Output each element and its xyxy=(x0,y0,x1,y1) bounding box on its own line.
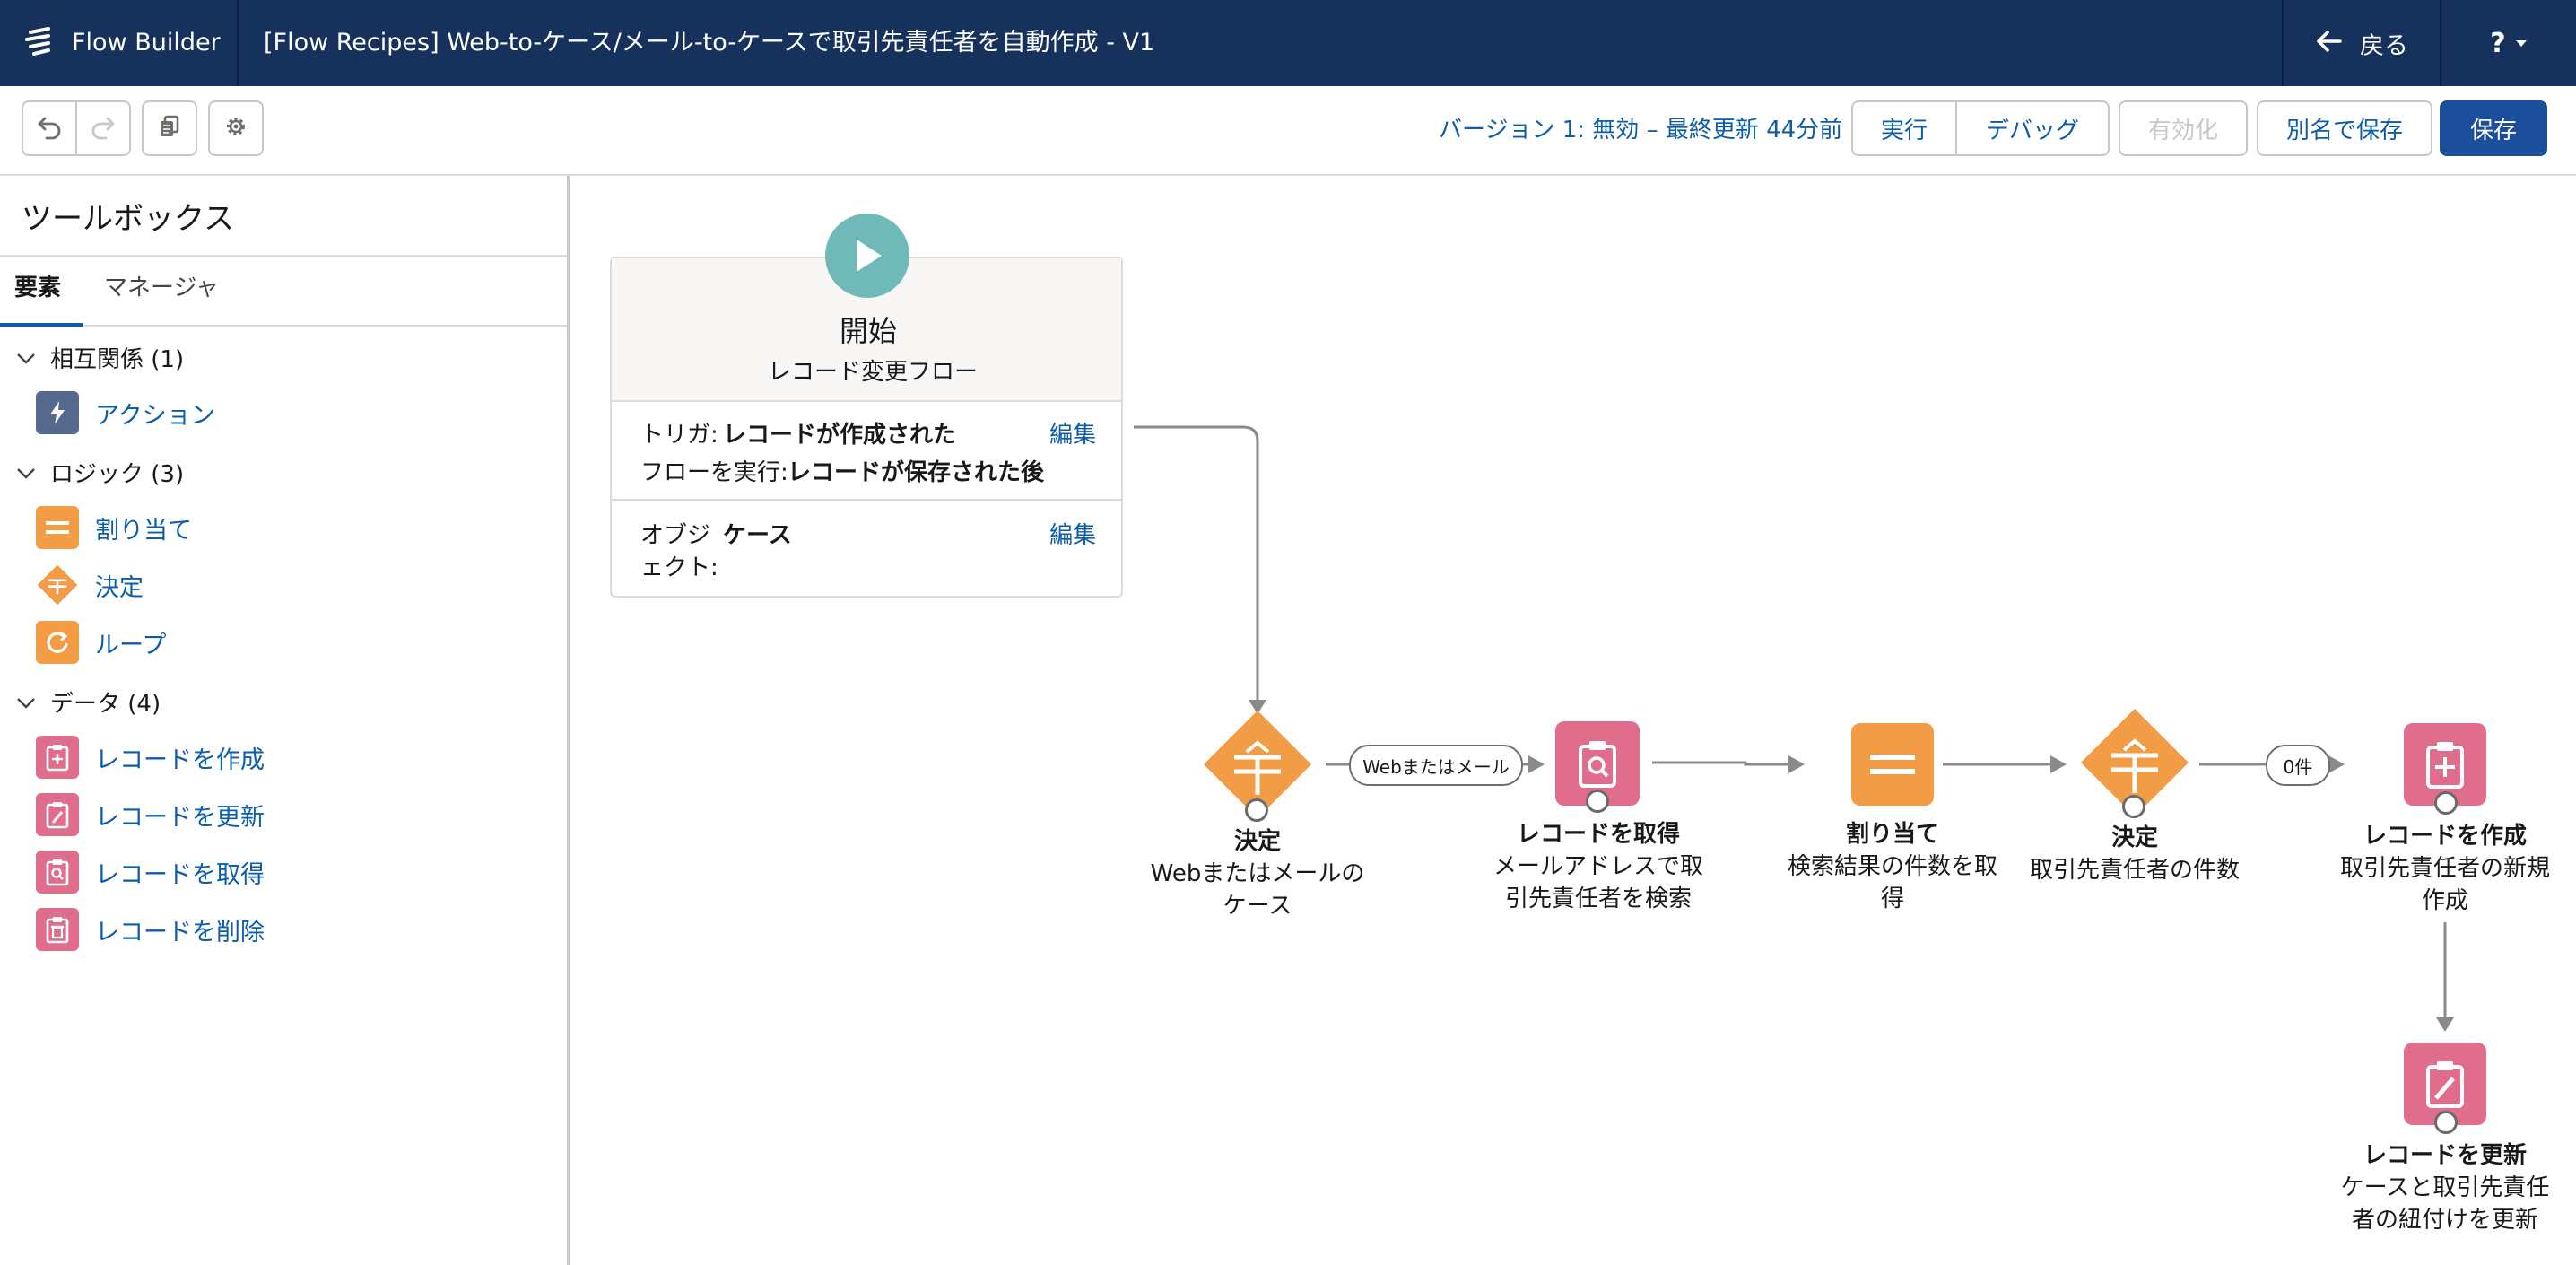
object-label-cont: ェクト: xyxy=(640,554,718,581)
start-title: 開始 xyxy=(840,314,898,348)
edit-object-link[interactable]: 編集 xyxy=(1049,517,1096,550)
outcome-pill-1[interactable]: Webまたはメール xyxy=(1349,745,1523,786)
connector-handle[interactable] xyxy=(1245,798,1268,822)
decision-1-label: 決定 Webまたはメールの ケース xyxy=(1150,828,1365,920)
decision-2-label: 決定 取引先責任者の件数 xyxy=(2029,824,2240,884)
arrowhead xyxy=(2436,1017,2454,1032)
start-play-icon[interactable] xyxy=(825,214,909,298)
record-update-icon xyxy=(2426,1061,2464,1108)
arrowhead xyxy=(1528,755,1545,773)
arrowhead xyxy=(1788,755,1805,773)
outcome-pill-2[interactable]: 0件 xyxy=(2266,745,2330,786)
connector-handle[interactable] xyxy=(2122,795,2145,818)
assignment-node[interactable] xyxy=(1851,723,1934,806)
trigger-value: レコードが作成された xyxy=(723,422,957,449)
flow-connectors xyxy=(1134,425,2454,1032)
edit-trigger-link[interactable]: 編集 xyxy=(1049,416,1096,449)
get-records-label: レコードを取得 メールアドレスで取 引先責任者を検索 xyxy=(1493,821,1703,912)
connector-handle[interactable] xyxy=(2434,791,2458,815)
run-value: レコードが保存された後 xyxy=(788,459,1045,486)
assignment-icon xyxy=(1870,755,1915,774)
connector-lookup-assign xyxy=(1652,761,1790,766)
update-records-label: レコードを更新 ケースと取引先責任 者の紐付けを更新 xyxy=(2340,1142,2550,1234)
trigger-label: トリガ: xyxy=(640,422,718,449)
run-label: フローを実行: xyxy=(640,459,788,486)
record-create-icon xyxy=(2426,742,2464,789)
arrowhead xyxy=(2328,755,2345,773)
create-records-label: レコードを作成 取引先責任者の新規 作成 xyxy=(2339,823,2550,914)
object-value: ケース xyxy=(723,522,792,549)
connector-handle[interactable] xyxy=(2434,1111,2458,1134)
assignment-label: 割り当て 検索結果の件数を取 得 xyxy=(1787,821,1997,912)
connector-handle[interactable] xyxy=(1586,790,1609,813)
object-label: オブジ xyxy=(640,522,711,549)
record-lookup-icon xyxy=(1579,741,1616,788)
start-subtitle: レコード変更フロー xyxy=(768,359,979,386)
arrowhead xyxy=(2050,755,2067,773)
connector-start xyxy=(1134,425,1259,700)
